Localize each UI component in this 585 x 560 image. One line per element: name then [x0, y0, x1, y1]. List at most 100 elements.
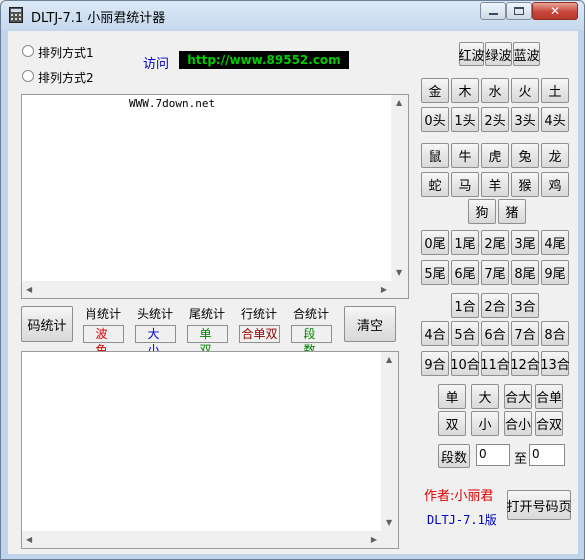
he-13-button[interactable]: 13合 [540, 351, 570, 376]
zodiac-tiger-button[interactable]: 虎 [481, 143, 509, 168]
he-big-button[interactable]: 合大 [504, 384, 532, 409]
scroll-right-icon[interactable]: ▶ [371, 536, 377, 544]
zodiac-rooster-button[interactable]: 鸡 [541, 172, 569, 197]
tail-1-button[interactable]: 1尾 [451, 230, 479, 255]
he-4-button[interactable]: 4合 [421, 321, 449, 346]
code-stat-button[interactable]: 码统计 [21, 306, 73, 342]
head-2-button[interactable]: 2头 [481, 107, 509, 132]
he-3-button[interactable]: 3合 [511, 293, 539, 318]
client-area: 排列方式1 排列方式2 访问 http://www.89552.com 红波 绿… [8, 31, 578, 554]
he-12-button[interactable]: 12合 [510, 351, 540, 376]
zodiac-rat-button[interactable]: 鼠 [421, 143, 449, 168]
zodiac-dragon-button[interactable]: 龙 [541, 143, 569, 168]
tail-8-button[interactable]: 8尾 [511, 260, 539, 285]
he-10-button[interactable]: 10合 [450, 351, 480, 376]
close-button[interactable]: ✕ [532, 2, 578, 20]
he-6-button[interactable]: 6合 [481, 321, 509, 346]
odd-even-button[interactable]: 单 双 [187, 325, 228, 357]
bottom-horizontal-scrollbar[interactable]: ◀ ▶ [22, 531, 381, 548]
wuxing-earth-button[interactable]: 土 [541, 78, 569, 103]
head-4-button[interactable]: 4头 [541, 107, 569, 132]
maximize-button[interactable] [506, 2, 532, 20]
scroll-left-icon[interactable]: ◀ [26, 536, 32, 544]
bottom-text-area[interactable]: ▲ ▼ ◀ ▶ [21, 351, 399, 549]
he-7-button[interactable]: 7合 [511, 321, 539, 346]
radio-layout-1[interactable] [22, 45, 34, 57]
zodiac-stat-button[interactable]: 肖统计 [85, 305, 121, 322]
big-small-button[interactable]: 大 小 [135, 325, 176, 357]
he-stat-button[interactable]: 合统计 [293, 305, 329, 322]
wuxing-fire-button[interactable]: 火 [511, 78, 539, 103]
scroll-down-icon[interactable]: ▼ [386, 519, 392, 527]
tail-stat-button[interactable]: 尾统计 [189, 305, 225, 322]
radio-layout-2[interactable] [22, 70, 34, 82]
he-even-button[interactable]: 合双 [535, 411, 563, 436]
head-3-button[interactable]: 3头 [511, 107, 539, 132]
head-0-button[interactable]: 0头 [421, 107, 449, 132]
open-number-page-button[interactable]: 打开号码页 [507, 490, 572, 520]
zodiac-snake-button[interactable]: 蛇 [421, 172, 449, 197]
he-odd-even-button[interactable]: 合单双 [239, 325, 280, 343]
he-8-button[interactable]: 8合 [541, 321, 569, 346]
he-9-button[interactable]: 9合 [421, 351, 449, 376]
wuxing-wood-button[interactable]: 木 [451, 78, 479, 103]
zodiac-pig-button[interactable]: 猪 [498, 199, 526, 224]
green-wave-button[interactable]: 绿波 [485, 42, 512, 66]
scroll-left-icon[interactable]: ◀ [26, 286, 32, 294]
top-text-content: WWW.7down.net [129, 97, 216, 110]
he-2-button[interactable]: 2合 [481, 293, 509, 318]
wuxing-water-button[interactable]: 水 [481, 78, 509, 103]
tail-5-button[interactable]: 5尾 [421, 260, 449, 285]
blue-wave-button[interactable]: 蓝波 [513, 42, 540, 66]
head-1-button[interactable]: 1头 [451, 107, 479, 132]
scroll-up-icon[interactable]: ▲ [386, 356, 392, 364]
wave-color-button[interactable]: 波 色 [83, 325, 124, 357]
minimize-button[interactable] [480, 2, 506, 20]
zodiac-horse-button[interactable]: 马 [451, 172, 479, 197]
head-stat-button[interactable]: 头统计 [137, 305, 173, 322]
bottom-vertical-scrollbar[interactable]: ▲ ▼ [381, 352, 398, 531]
wuxing-gold-button[interactable]: 金 [421, 78, 449, 103]
clear-button[interactable]: 清空 [344, 306, 396, 342]
zodiac-dog-button[interactable]: 狗 [468, 199, 496, 224]
radio-layout-1-label: 排列方式1 [38, 46, 94, 60]
tail-4-button[interactable]: 4尾 [541, 230, 569, 255]
small-button[interactable]: 小 [471, 411, 499, 436]
tail-2-button[interactable]: 2尾 [481, 230, 509, 255]
tail-9-button[interactable]: 9尾 [541, 260, 569, 285]
odd-button[interactable]: 单 [438, 384, 466, 409]
red-wave-button[interactable]: 红波 [459, 42, 485, 66]
even-button[interactable]: 双 [438, 411, 466, 436]
scroll-up-icon[interactable]: ▲ [396, 99, 402, 107]
segment-to-input[interactable]: 0 [529, 444, 565, 466]
top-vertical-scrollbar[interactable]: ▲ ▼ [391, 95, 408, 281]
tail-6-button[interactable]: 6尾 [451, 260, 479, 285]
author-label: 作者:小丽君 [424, 489, 494, 504]
visit-label: 访问 [143, 57, 170, 72]
he-5-button[interactable]: 5合 [451, 321, 479, 346]
tail-0-button[interactable]: 0尾 [421, 230, 449, 255]
top-horizontal-scrollbar[interactable]: ◀ ▶ [22, 281, 391, 298]
calculator-icon [9, 7, 23, 23]
row-stat-button[interactable]: 行统计 [241, 305, 277, 322]
big-button[interactable]: 大 [471, 384, 499, 409]
scroll-down-icon[interactable]: ▼ [396, 269, 402, 277]
tail-3-button[interactable]: 3尾 [511, 230, 539, 255]
he-11-button[interactable]: 11合 [480, 351, 510, 376]
tail-7-button[interactable]: 7尾 [481, 260, 509, 285]
radio-layout-2-label: 排列方式2 [38, 71, 94, 85]
zodiac-monkey-button[interactable]: 猴 [511, 172, 539, 197]
maximize-icon [514, 7, 524, 15]
top-text-area[interactable]: WWW.7down.net ▲ ▼ ◀ ▶ [21, 94, 409, 299]
zodiac-rabbit-button[interactable]: 兔 [511, 143, 539, 168]
he-odd-button[interactable]: 合单 [535, 384, 563, 409]
scroll-right-icon[interactable]: ▶ [381, 286, 387, 294]
visit-url-link[interactable]: http://www.89552.com [179, 51, 349, 69]
segment-button[interactable]: 段数 [438, 444, 470, 468]
segment-count-button[interactable]: 段 数 [291, 325, 332, 357]
zodiac-ox-button[interactable]: 牛 [451, 143, 479, 168]
he-small-button[interactable]: 合小 [504, 411, 532, 436]
he-1-button[interactable]: 1合 [451, 293, 479, 318]
segment-from-input[interactable]: 0 [476, 444, 510, 466]
zodiac-goat-button[interactable]: 羊 [481, 172, 509, 197]
